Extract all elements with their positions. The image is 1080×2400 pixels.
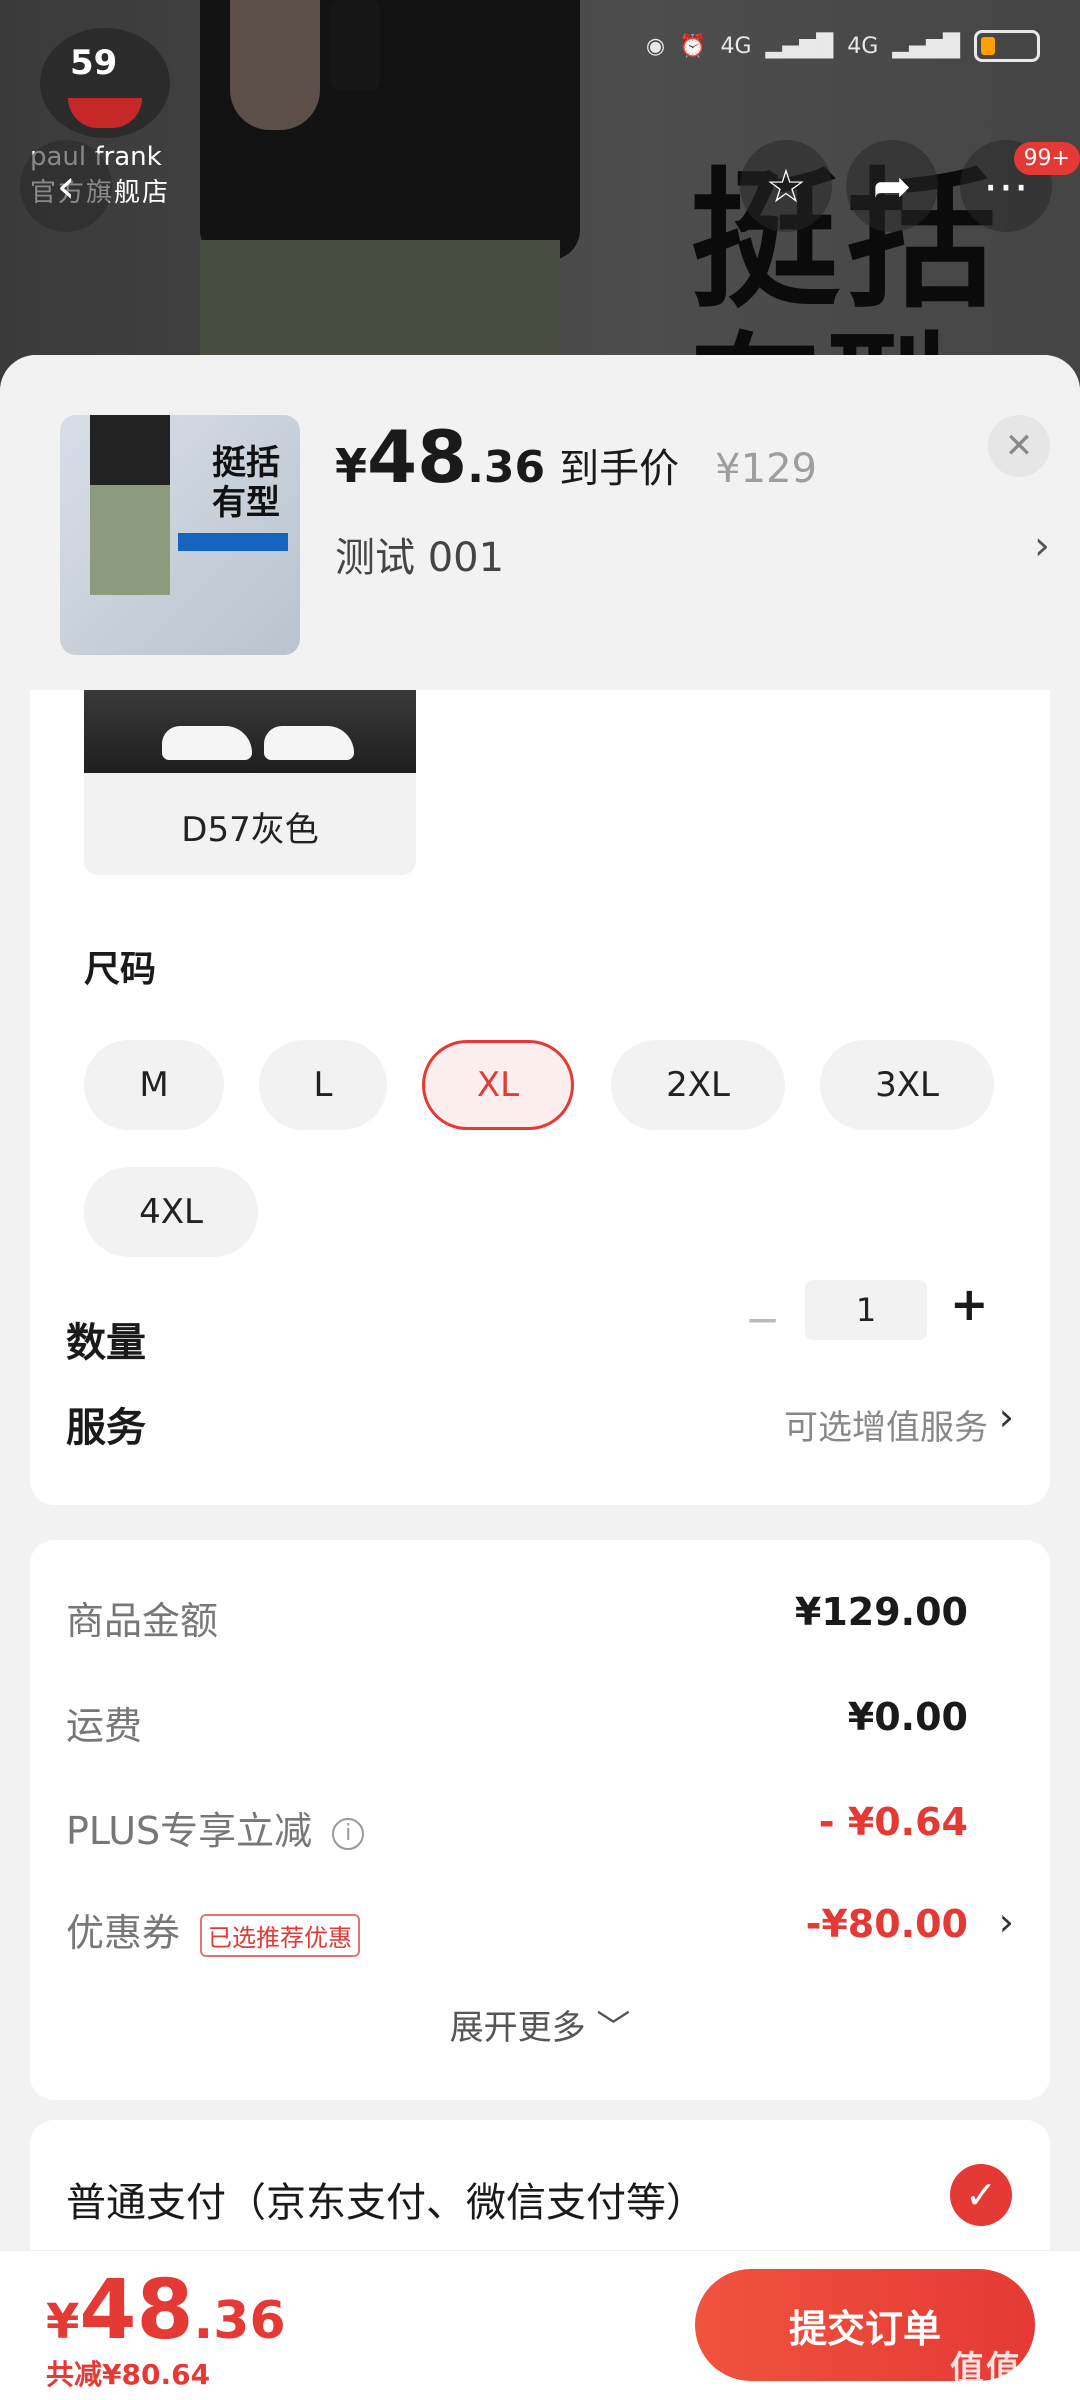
battery-fill <box>981 37 995 55</box>
sheet-header: 挺括 有型 ¥ 48 .36 到手价 ¥129 ✕ 测试 001 › <box>0 355 1080 690</box>
size-chip-l[interactable]: L <box>259 1040 387 1130</box>
color-option-label: D57灰色 <box>181 810 319 850</box>
info-icon[interactable]: i <box>332 1817 365 1850</box>
alarm-icon: ⏰ <box>679 33 707 59</box>
price-dec: .36 <box>467 442 546 493</box>
coupon-tag: 已选推荐优惠 <box>200 1914 361 1957</box>
plus-discount-row: PLUS专享立减 i <box>66 1800 365 1855</box>
network-2: 4G <box>847 33 879 59</box>
quantity-increment-button[interactable]: + <box>950 1277 989 1331</box>
service-label: 服务 <box>66 1405 146 1451</box>
size-chip-3xl[interactable]: 3XL <box>820 1040 994 1130</box>
thumb-text: 挺括 有型 <box>212 443 280 523</box>
size-title: 尺码 <box>84 949 157 990</box>
logo-mouth <box>68 98 142 128</box>
coupon-value[interactable]: -¥80.00 <box>806 1902 968 1946</box>
chevron-right-icon[interactable]: › <box>999 1395 1014 1439</box>
total-price-int: 48 <box>79 2263 194 2358</box>
close-button[interactable]: ✕ <box>988 415 1050 477</box>
selected-variant[interactable]: 测试 001 <box>335 525 504 583</box>
thumb-text-2: 有型 <box>212 483 280 523</box>
battery-icon <box>974 30 1040 62</box>
shipping-value: ¥0.00 <box>847 1695 968 1739</box>
color-option-d57[interactable]: D57灰色 <box>84 690 416 875</box>
check-icon[interactable]: ✓ <box>950 2164 1012 2226</box>
service-hint[interactable]: 可选增值服务 <box>784 1400 988 1449</box>
price-symbol: ¥ <box>335 439 368 493</box>
goods-amount-label: 商品金额 <box>66 1599 219 1643</box>
goods-amount-value: ¥129.00 <box>794 1590 968 1634</box>
thumb-shirt <box>90 415 170 485</box>
purchase-sheet: 挺括 有型 ¥ 48 .36 到手价 ¥129 ✕ 测试 001 › D57灰色… <box>0 355 1080 2400</box>
star-icon: ☆ <box>765 159 807 213</box>
quantity-decrement-button[interactable]: − <box>745 1295 780 1344</box>
plus-discount-value: - ¥0.64 <box>818 1800 968 1844</box>
shoe-left <box>162 726 252 760</box>
monkey-logo-icon: 59 <box>40 28 170 138</box>
share-icon: ➦ <box>872 159 912 213</box>
price-line: ¥ 48 .36 到手价 ¥129 <box>335 415 817 499</box>
quantity-label: 数量 <box>66 1320 146 1366</box>
total-price-dec: .36 <box>193 2291 286 2351</box>
price-detail-card: 商品金额 ¥129.00 运费 ¥0.00 PLUS专享立减 i - ¥0.64 … <box>30 1540 1050 2100</box>
size-chip-xl[interactable]: XL <box>422 1040 574 1130</box>
plus-discount-label: PLUS专享立减 <box>66 1809 313 1853</box>
chevron-right-icon[interactable]: › <box>999 1900 1014 1944</box>
color-option-image <box>84 690 416 773</box>
coupon-label: 优惠券 <box>66 1911 181 1955</box>
thumb-banner <box>178 533 288 551</box>
size-chip-4xl[interactable]: 4XL <box>84 1167 258 1257</box>
back-icon: ‹ <box>56 159 76 213</box>
quantity-input[interactable]: 1 <box>805 1280 927 1340</box>
size-chip-m[interactable]: M <box>84 1040 224 1130</box>
original-price: ¥129 <box>715 446 817 492</box>
share-button[interactable]: ➦ <box>846 140 938 232</box>
signal-icon: ▂▄▆█ <box>765 33 834 59</box>
shipping-label: 运费 <box>66 1704 143 1748</box>
back-button[interactable]: ‹ <box>20 140 112 232</box>
notification-badge: 99+ <box>1013 142 1080 175</box>
expand-more-button[interactable]: 展开更多 ﹀ <box>30 2000 1050 2049</box>
favorite-button[interactable]: ☆ <box>740 140 832 232</box>
bottom-bar: ¥ 48 .36 共减¥80.64 提交订单 值值值 zhizhizhi.com <box>0 2250 1080 2400</box>
total-price-symbol: ¥ <box>46 2294 80 2350</box>
logo-number: 59 <box>70 43 118 83</box>
close-icon: ✕ <box>1004 426 1034 466</box>
thumb-legs <box>90 485 170 595</box>
thumb-text-1: 挺括 <box>212 443 280 483</box>
watermark-sub: zhizhizhi.com <box>961 2383 1056 2399</box>
price-int: 48 <box>367 415 468 499</box>
shoe-right <box>264 726 354 760</box>
options-card: D57灰色 尺码 M L XL 2XL 3XL 4XL 数量 <box>30 690 1050 1505</box>
product-thumbnail[interactable]: 挺括 有型 <box>60 415 300 655</box>
eye-icon: ◉ <box>645 33 666 59</box>
status-bar: ◉ ⏰ 4G ▂▄▆█ 4G ▂▄▆█ <box>646 30 1040 62</box>
chevron-right-icon[interactable]: › <box>1034 523 1050 569</box>
size-chip-2xl[interactable]: 2XL <box>611 1040 785 1130</box>
signal-icon-2: ▂▄▆█ <box>892 33 960 59</box>
coupon-row[interactable]: 优惠券 已选推荐优惠 <box>66 1902 361 1957</box>
network-1: 4G <box>720 33 752 59</box>
price-label: 到手价 <box>559 446 680 492</box>
total-price: ¥ 48 .36 <box>46 2263 286 2358</box>
total-discount: 共减¥80.64 <box>46 2358 211 2391</box>
payment-method-label[interactable]: 普通支付（京东支付、微信支付等） <box>66 2170 706 2228</box>
